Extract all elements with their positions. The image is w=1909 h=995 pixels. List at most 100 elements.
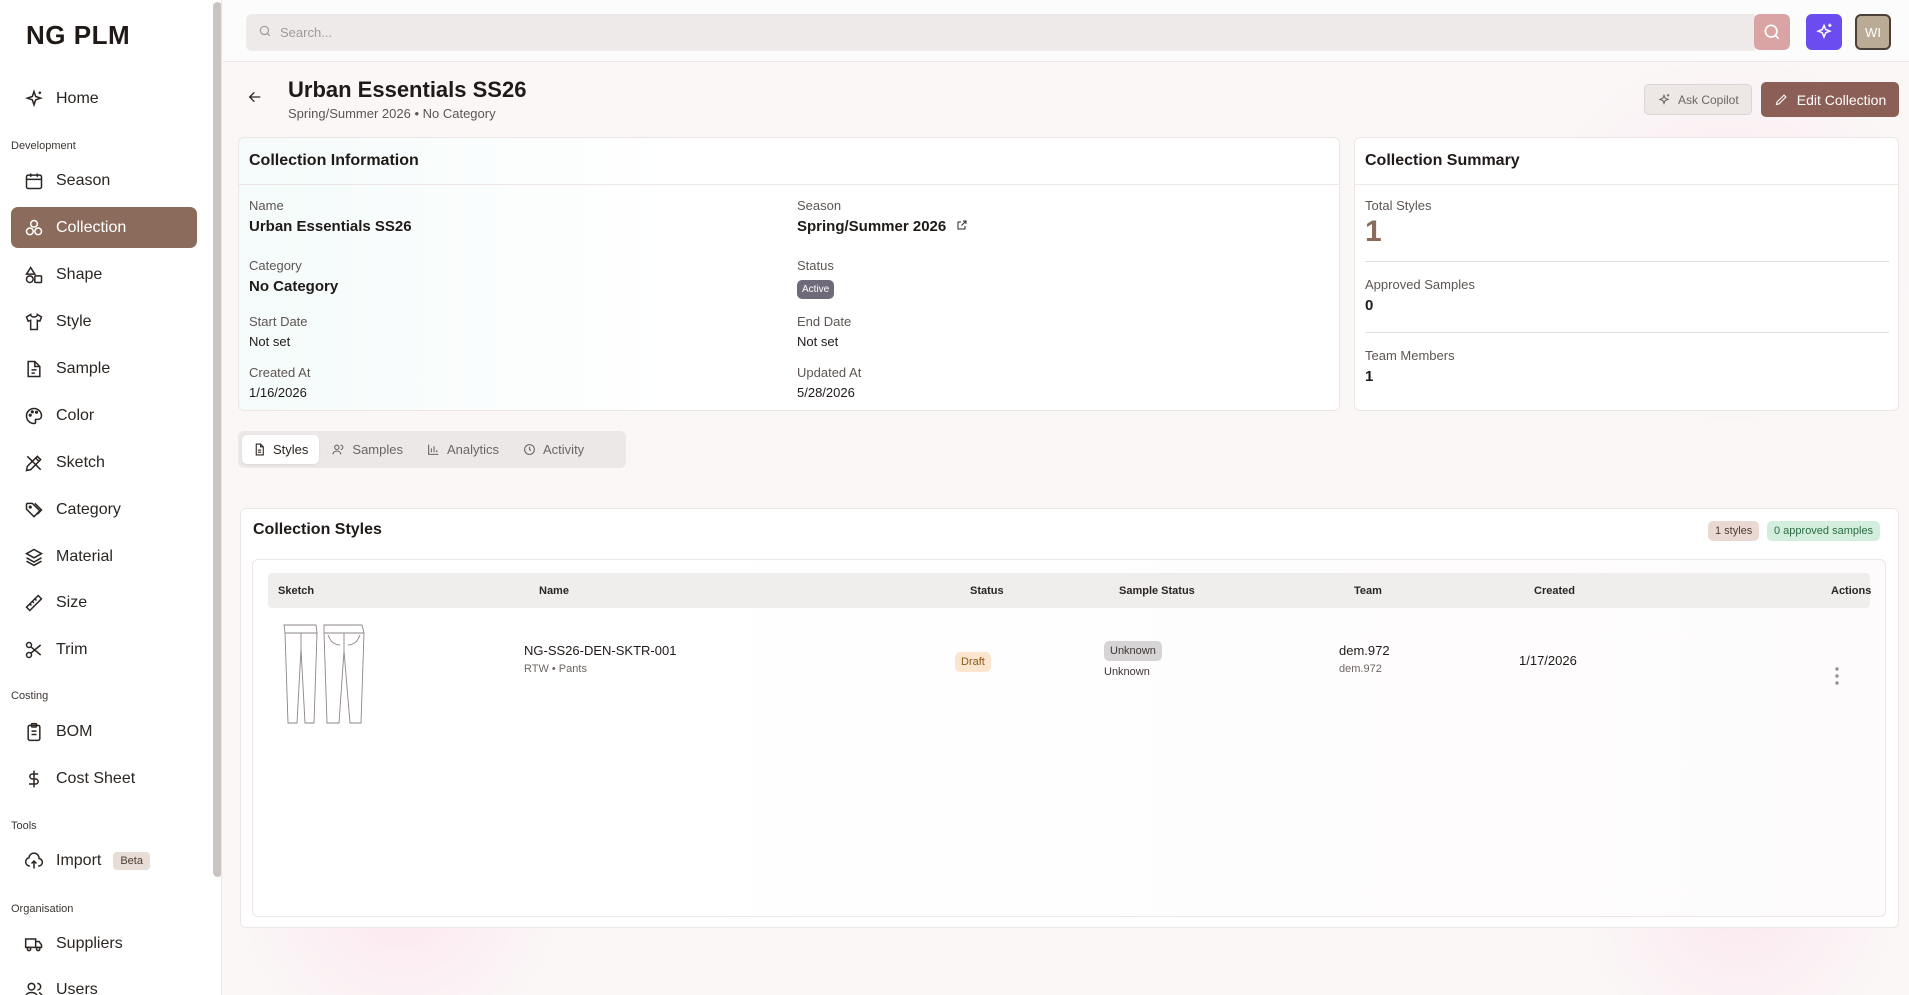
beta-badge: Beta bbox=[113, 851, 150, 870]
app-logo[interactable]: NG PLM bbox=[26, 20, 130, 51]
sidebar-item-cost-sheet[interactable]: Cost Sheet bbox=[11, 758, 197, 799]
sidebar-item-collection[interactable]: Collection bbox=[11, 207, 197, 248]
search-button[interactable] bbox=[1754, 14, 1790, 50]
column-header-name[interactable]: Name bbox=[539, 585, 569, 597]
sidebar-item-size[interactable]: Size bbox=[11, 582, 197, 623]
field-value: Not set bbox=[249, 334, 291, 349]
tab-styles[interactable]: Styles bbox=[242, 435, 320, 464]
tab-label: Samples bbox=[352, 442, 403, 457]
styles-count-badge: 1 styles bbox=[1708, 521, 1760, 541]
sidebar-item-trim[interactable]: Trim bbox=[11, 629, 197, 670]
field-start-date: Start Date Not set bbox=[249, 314, 308, 349]
sidebar-item-sample[interactable]: Sample bbox=[11, 348, 197, 389]
divider bbox=[1365, 332, 1889, 333]
column-header-actions: Actions bbox=[1831, 585, 1872, 597]
sidebar-item-label: Cost Sheet bbox=[56, 769, 136, 787]
edit-collection-label: Edit Collection bbox=[1796, 91, 1887, 108]
styles-table: Sketch Name Status Sample Status Team Cr… bbox=[252, 559, 1886, 917]
sidebar-item-label: Collection bbox=[56, 218, 127, 236]
field-label: Updated At bbox=[797, 365, 862, 380]
created-cell: 1/17/2026 bbox=[1519, 653, 1577, 668]
sidebar-item-label: Suppliers bbox=[56, 934, 123, 952]
sidebar-scrollbar[interactable] bbox=[213, 2, 221, 877]
palette-icon bbox=[23, 405, 45, 427]
style-name[interactable]: NG-SS26-DEN-SKTR-001 bbox=[524, 643, 676, 658]
field-label: Category bbox=[249, 258, 302, 273]
summary-approved-samples: Approved Samples 0 bbox=[1365, 277, 1889, 314]
approved-samples-badge: 0 approved samples bbox=[1767, 521, 1881, 541]
sidebar-item-material[interactable]: Material bbox=[11, 536, 197, 577]
ruler-icon bbox=[23, 592, 45, 614]
column-header-status[interactable]: Status bbox=[970, 585, 1004, 597]
sidebar-item-bom[interactable]: BOM bbox=[11, 711, 197, 752]
sidebar-item-label: Category bbox=[56, 500, 121, 518]
user-avatar[interactable]: WI bbox=[1855, 14, 1891, 50]
field-value: Spring/Summer 2026 bbox=[797, 218, 947, 235]
sidebar-item-shape[interactable]: Shape bbox=[11, 254, 197, 295]
scissors-icon bbox=[23, 639, 45, 661]
tab-activity[interactable]: Activity bbox=[512, 435, 595, 464]
column-header-team[interactable]: Team bbox=[1354, 585, 1382, 597]
ai-assistant-button[interactable] bbox=[1806, 14, 1842, 50]
sidebar-item-style[interactable]: Style bbox=[11, 301, 197, 342]
field-label: Created At bbox=[249, 365, 311, 380]
field-label: Start Date bbox=[249, 314, 308, 329]
external-link-icon[interactable] bbox=[956, 218, 968, 235]
sidebar-section-tools: Tools bbox=[11, 820, 37, 832]
sidebar-item-category[interactable]: Category bbox=[11, 489, 197, 530]
field-status: Status Active bbox=[797, 258, 835, 299]
sparkles-icon bbox=[1658, 93, 1670, 105]
sidebar-item-label: Style bbox=[56, 312, 92, 330]
column-header-created[interactable]: Created bbox=[1534, 585, 1575, 597]
back-button[interactable] bbox=[247, 89, 263, 110]
status-badge: Active bbox=[797, 280, 835, 299]
sidebar-item-suppliers[interactable]: Suppliers bbox=[11, 923, 197, 964]
tab-analytics[interactable]: Analytics bbox=[416, 435, 510, 464]
field-updated-at: Updated At 5/28/2026 bbox=[797, 365, 861, 400]
edit-collection-button[interactable]: Edit Collection bbox=[1761, 82, 1899, 117]
card-title: Collection Summary bbox=[1355, 138, 1898, 185]
truck-icon bbox=[23, 933, 45, 955]
column-header-sketch[interactable]: Sketch bbox=[278, 585, 314, 597]
tab-samples[interactable]: Samples bbox=[321, 435, 414, 464]
page-title: Urban Essentials SS26 bbox=[288, 77, 527, 102]
sidebar-item-sketch[interactable]: Sketch bbox=[11, 442, 197, 483]
style-name-cell[interactable]: NG-SS26-DEN-SKTR-001 RTW • Pants bbox=[524, 643, 676, 675]
top-bar: Search... WI bbox=[223, 0, 1909, 62]
column-header-sample-status[interactable]: Sample Status bbox=[1119, 585, 1195, 597]
field-label: End Date bbox=[797, 314, 852, 329]
search-input[interactable]: Search... bbox=[246, 14, 1758, 51]
section-title: Collection Styles bbox=[253, 521, 382, 538]
field-label: Season bbox=[797, 198, 842, 213]
summary-value: 1 bbox=[1365, 368, 1374, 385]
sidebar-item-season[interactable]: Season bbox=[11, 160, 197, 201]
home-sparkle-icon bbox=[23, 88, 45, 110]
ask-copilot-label: Ask Copilot bbox=[1678, 92, 1739, 107]
page-subtitle: Spring/Summer 2026 • No Category bbox=[288, 106, 496, 121]
style-meta: RTW • Pants bbox=[524, 663, 587, 675]
sidebar-section-costing: Costing bbox=[11, 690, 49, 702]
layers-icon bbox=[23, 546, 45, 568]
document-icon bbox=[255, 443, 264, 456]
sidebar-item-import[interactable]: Import Beta bbox=[11, 840, 197, 881]
sidebar-item-home[interactable]: Home bbox=[11, 78, 197, 119]
tab-label: Activity bbox=[543, 442, 585, 457]
bar-chart-icon bbox=[428, 444, 439, 455]
row-actions-button[interactable] bbox=[1834, 666, 1840, 691]
sidebar-item-color[interactable]: Color bbox=[11, 395, 197, 436]
field-value: No Category bbox=[249, 278, 339, 295]
cloud-upload-icon bbox=[23, 850, 45, 872]
clock-icon bbox=[524, 444, 535, 455]
sidebar-item-users[interactable]: Users bbox=[11, 969, 197, 995]
calendar-icon bbox=[23, 170, 45, 192]
sidebar-item-label: Size bbox=[56, 593, 88, 611]
style-sketch-thumbnail[interactable] bbox=[278, 621, 368, 726]
ask-copilot-button[interactable]: Ask Copilot bbox=[1644, 84, 1752, 115]
collection-information-card: Collection Information Name Urban Essent… bbox=[238, 137, 1340, 411]
summary-team-members: Team Members 1 bbox=[1365, 348, 1889, 385]
collection-summary-card: Collection Summary Total Styles 1 Approv… bbox=[1354, 137, 1899, 411]
arrow-left-icon bbox=[248, 91, 261, 103]
sidebar-item-label: Sketch bbox=[56, 453, 105, 471]
sidebar-item-label: Users bbox=[56, 980, 98, 995]
summary-label: Approved Samples bbox=[1365, 277, 1475, 292]
